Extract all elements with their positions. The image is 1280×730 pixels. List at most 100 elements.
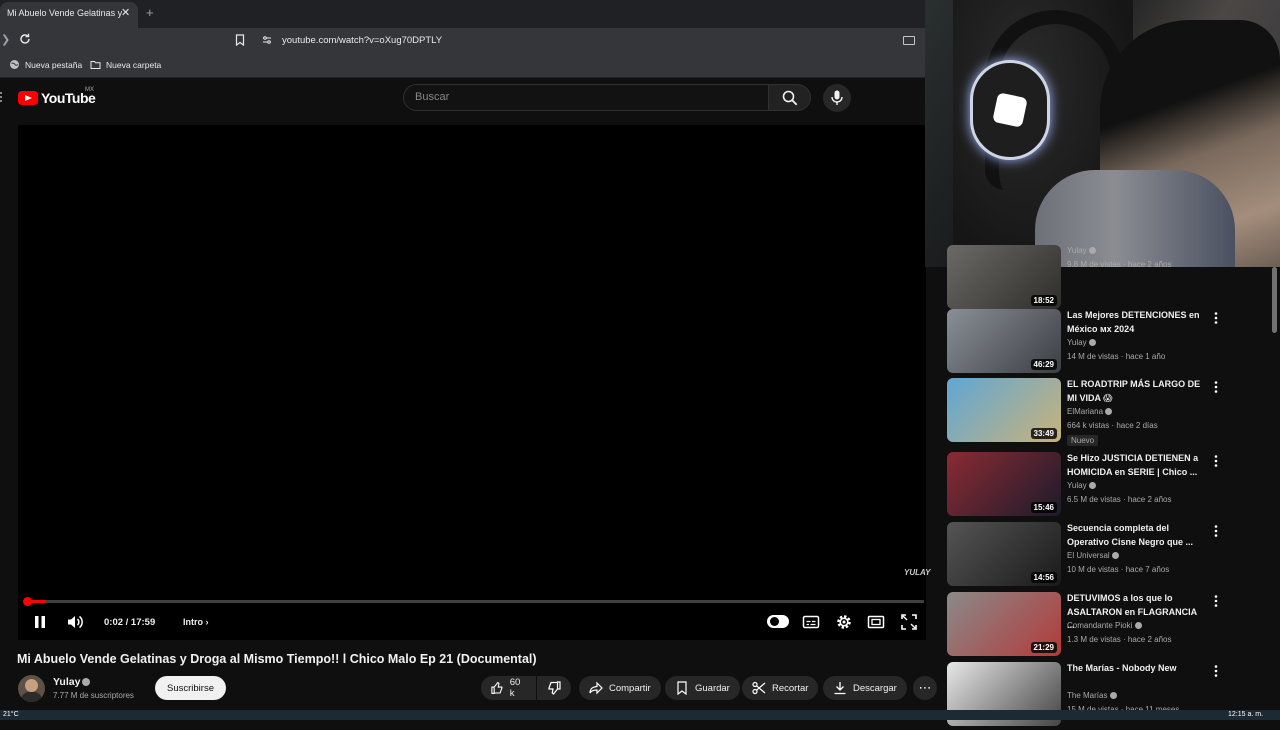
site-info-icon[interactable] <box>262 35 272 45</box>
channel-name[interactable]: Yulay <box>53 676 80 688</box>
recommendation-title[interactable]: Se Hizo JUSTICIA DETIENEN a HOMICIDA en … <box>1067 452 1205 479</box>
recommendation-meta: 1.3 M de vistas · hace 2 años <box>1067 635 1172 644</box>
video-thumbnail[interactable]: 14:56 <box>947 522 1061 586</box>
youtube-logo[interactable]: YouTube <box>18 90 96 106</box>
like-button[interactable]: 60 k <box>481 676 536 700</box>
video-player[interactable] <box>18 125 926 640</box>
scissors-icon <box>752 681 766 695</box>
recommendation-channel[interactable]: ElMariana <box>1067 407 1113 416</box>
recommendation-item[interactable]: 46:29 Las Mejores DETENCIONES en México ᴍ… <box>947 309 1247 377</box>
autoplay-toggle-knob <box>770 617 779 626</box>
browser-toolbar <box>0 28 925 54</box>
bookmark-icon[interactable] <box>235 34 245 46</box>
more-vertical-icon[interactable] <box>1211 664 1221 678</box>
recommendation-channel[interactable]: Yulay <box>1067 481 1096 490</box>
search-button[interactable] <box>769 84 811 111</box>
folder-icon <box>90 61 101 69</box>
channel-label: Comandante Pioki <box>1067 621 1133 630</box>
more-vertical-icon[interactable] <box>1211 594 1221 608</box>
recommendation-channel[interactable]: The Marías <box>1067 691 1117 700</box>
thumbs-up-icon <box>491 681 503 694</box>
new-tab-button[interactable]: + <box>146 5 154 20</box>
verified-icon <box>1134 622 1142 630</box>
search-input[interactable]: Buscar <box>403 84 769 111</box>
recommendation-item[interactable]: 18:52 Yulay 9.8 M de vistas · hace 2 años <box>947 245 1247 313</box>
recommendation-channel[interactable]: El Universal <box>1067 551 1119 560</box>
recommendation-channel[interactable]: Yulay <box>1067 338 1096 347</box>
webcam-overlay <box>925 0 1280 267</box>
progress-bar[interactable] <box>26 600 924 603</box>
reload-icon[interactable] <box>19 33 31 45</box>
sidebar-scrollbar[interactable] <box>1272 267 1277 333</box>
bookmark-nueva-pestana[interactable]: Nueva pestaña <box>9 59 82 70</box>
video-thumbnail[interactable]: 21:29 <box>947 592 1061 656</box>
os-taskbar <box>0 710 1280 720</box>
channel-label: Yulay <box>1067 246 1087 255</box>
new-badge: Nuevo <box>1067 435 1099 446</box>
subscribe-button[interactable]: Suscribirse <box>155 676 226 700</box>
back-icon[interactable]: ❯ <box>1 33 10 46</box>
more-vertical-icon[interactable] <box>1211 380 1221 394</box>
recommendation-title[interactable]: The Marías - Nobody New <box>1067 662 1205 676</box>
bookmark-nueva-carpeta[interactable]: Nueva carpeta <box>90 59 161 70</box>
share-button[interactable]: Compartir <box>579 676 661 700</box>
chapter-button[interactable]: Intro › <box>183 617 209 627</box>
recommendation-title[interactable]: Las Mejores DETENCIONES en México ᴍx 202… <box>1067 309 1205 336</box>
channel-avatar[interactable] <box>18 675 45 702</box>
youtube-play-icon <box>18 91 38 105</box>
recommendation-item[interactable]: 14:56 Secuencia completa del Operativo Ci… <box>947 522 1247 590</box>
video-duration: 33:49 <box>1030 428 1057 439</box>
recommendation-channel[interactable]: Yulay <box>1067 246 1096 255</box>
pause-icon[interactable] <box>33 615 47 629</box>
bookmark-save-icon <box>677 681 687 695</box>
bookmark-label: Nueva pestaña <box>25 59 83 70</box>
share-label: Compartir <box>609 682 651 694</box>
channel-watermark: YULAY <box>904 568 931 577</box>
video-thumbnail[interactable]: 15:46 <box>947 452 1061 516</box>
channel-label: ElMariana <box>1067 407 1104 416</box>
recommendation-meta: 9.8 M de vistas · hace 2 años <box>1067 260 1172 269</box>
clip-label: Recortar <box>772 682 809 694</box>
recommendation-item[interactable]: 33:49 EL ROADTRIP MÁS LARGO DE MI VIDA 😱 E… <box>947 378 1247 446</box>
dislike-button[interactable] <box>537 676 571 700</box>
video-duration: 21:29 <box>1030 642 1057 653</box>
recommendation-title[interactable]: EL ROADTRIP MÁS LARGO DE MI VIDA 😱 <box>1067 378 1205 405</box>
close-tab-icon[interactable]: ✕ <box>121 6 130 19</box>
verified-icon <box>1105 408 1113 416</box>
recommendation-channel[interactable]: Comandante Pioki <box>1067 621 1142 630</box>
channel-label: El Universal <box>1067 551 1110 560</box>
recommendation-title[interactable]: Secuencia completa del Operativo Cisne N… <box>1067 522 1205 549</box>
address-bar[interactable]: youtube.com/watch?v=oXug70DPTLY <box>282 35 442 46</box>
verified-icon <box>82 678 90 686</box>
recommendation-item[interactable]: 15:46 Se Hizo JUSTICIA DETIENEN a HOMICID… <box>947 452 1247 520</box>
volume-icon[interactable] <box>67 614 84 630</box>
weather-temperature: 21°C <box>3 711 19 718</box>
verified-icon <box>1088 482 1096 490</box>
scrubber-handle[interactable] <box>23 597 32 606</box>
tab-title: Mi Abuelo Vende Gelatinas y <box>7 8 123 18</box>
recommendation-item[interactable]: 21:29 DETUVIMOS a los que lo ASALTARON en… <box>947 592 1247 660</box>
menu-icon[interactable] <box>0 92 2 102</box>
video-duration: 15:46 <box>1030 502 1057 513</box>
clip-button[interactable]: Recortar <box>742 676 819 700</box>
save-button[interactable]: Guardar <box>665 676 740 700</box>
more-vertical-icon[interactable] <box>1211 454 1221 468</box>
settings-gear-icon[interactable] <box>835 613 853 631</box>
browser-tab[interactable]: Mi Abuelo Vende Gelatinas y <box>0 2 138 28</box>
channel-label: Yulay <box>1067 481 1087 490</box>
more-actions-button[interactable]: ⋯ <box>913 676 937 700</box>
voice-search-button[interactable] <box>823 84 851 112</box>
video-thumbnail[interactable]: 33:49 <box>947 378 1061 442</box>
more-vertical-icon[interactable] <box>1211 524 1221 538</box>
verified-icon <box>1109 692 1117 700</box>
thumbs-down-icon <box>548 681 561 695</box>
fullscreen-icon[interactable] <box>900 613 918 631</box>
video-thumbnail[interactable]: 46:29 <box>947 309 1061 373</box>
theater-mode-icon[interactable] <box>867 613 885 631</box>
cast-icon[interactable] <box>903 36 915 45</box>
more-vertical-icon[interactable] <box>1211 311 1221 325</box>
download-button[interactable]: Descargar <box>823 676 907 700</box>
subtitles-icon[interactable] <box>802 613 820 631</box>
browser-tab-strip <box>0 0 925 28</box>
video-thumbnail[interactable]: 18:52 <box>947 245 1061 309</box>
